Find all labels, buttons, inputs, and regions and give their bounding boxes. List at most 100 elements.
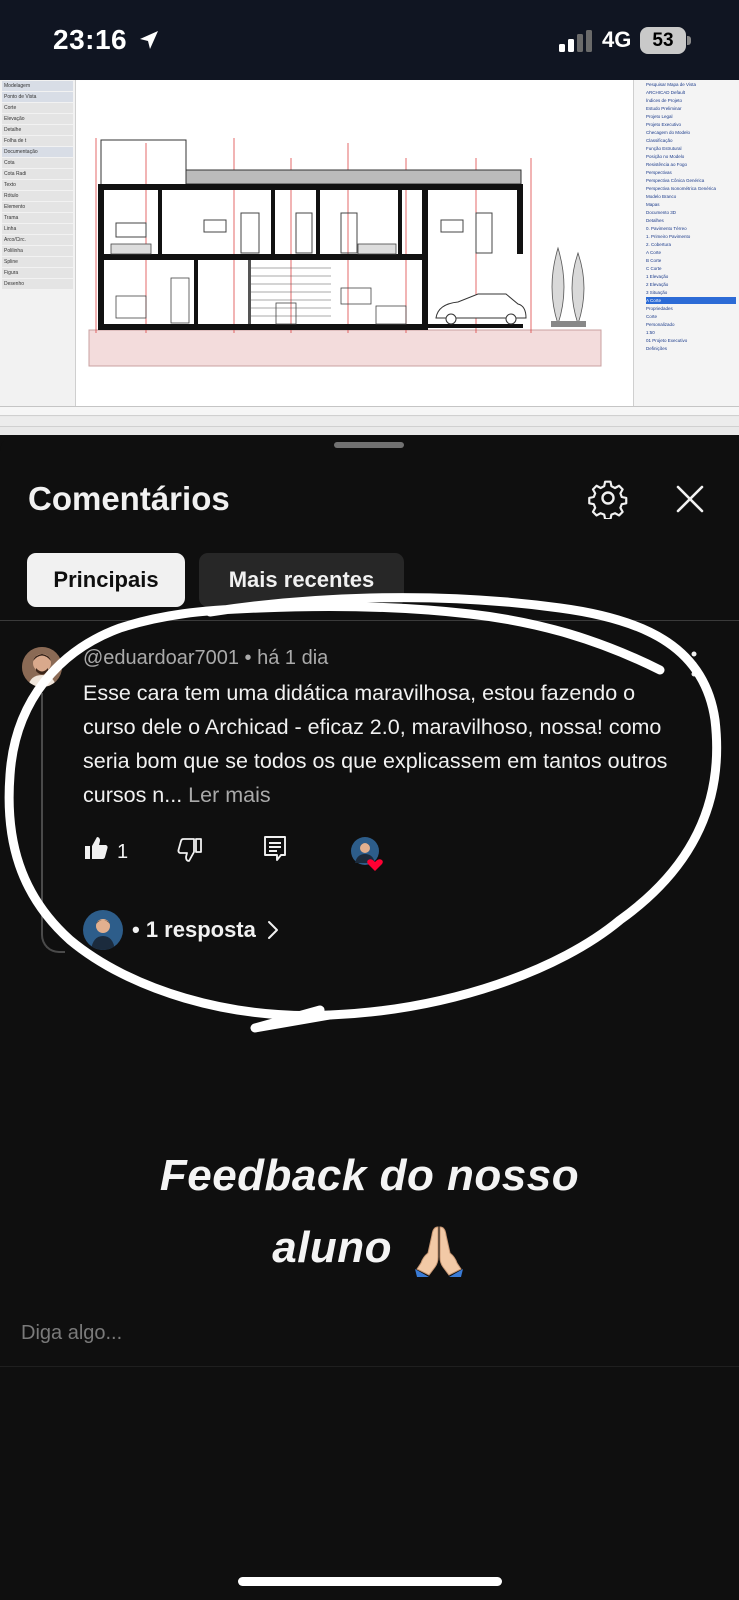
avatar[interactable] — [22, 647, 62, 687]
comment-meta: @eduardoar7001 • há 1 dia — [83, 647, 328, 670]
cad-navigator-item: Documento 3D — [646, 210, 677, 215]
cad-navigator-item: Propriedades — [646, 306, 673, 311]
cad-tool-item: Corte — [2, 103, 73, 113]
tab-principais[interactable]: Principais — [27, 553, 185, 607]
cad-navigator-item: Perspectiva Isonométrica Genérica — [646, 186, 717, 191]
comments-sheet: Comentários Principais Mais recentes @ed… — [0, 435, 739, 1600]
story-caption: Feedback do nosso aluno — [0, 1140, 739, 1284]
cad-tool-item: Detalhe — [2, 125, 73, 135]
cad-navigator-item: Índices de Projeto — [646, 98, 683, 103]
more-vert-icon[interactable] — [690, 651, 698, 677]
cad-tool-item: Texto — [2, 180, 73, 190]
home-indicator[interactable] — [238, 1577, 502, 1586]
chevron-right-icon — [267, 921, 278, 939]
cad-bottom-toolbar — [0, 406, 739, 435]
cad-navigator-item: 1 Elevação — [646, 274, 669, 279]
avatar — [83, 910, 123, 950]
signal-bars-icon — [559, 30, 592, 52]
replies-button[interactable]: • 1 resposta — [83, 910, 280, 950]
cad-navigator-item: C Corte — [646, 266, 662, 271]
cad-tool-item: Ponto de Vista — [2, 92, 73, 102]
cad-tool-item: Elemento — [2, 202, 73, 212]
cad-navigator-item: Perspectiva Cônica Genérica — [646, 178, 705, 183]
cad-navigator-item: Resistência ao Fogo — [646, 162, 688, 167]
section-drawing — [88, 138, 602, 367]
comment-time: há 1 dia — [257, 647, 329, 669]
comment-text: Esse cara tem uma didática maravilhosa, … — [83, 681, 668, 807]
gear-icon[interactable] — [588, 479, 628, 519]
cad-left-toolbox: Modelagem Ponto de Vista Corte Elevação Deta… — [0, 80, 76, 415]
thumb-up-icon[interactable] — [83, 835, 109, 861]
creator-avatar-icon — [83, 910, 123, 950]
cad-navigator-item: Personalizado — [646, 322, 675, 327]
person-avatar-icon — [22, 647, 62, 687]
cad-tool-item: Desenho — [2, 279, 73, 289]
cad-navigator-item: 3 Situação — [646, 290, 668, 295]
network-type: 4G — [602, 27, 632, 52]
comment-actions: 1 — [83, 835, 403, 871]
replies-label: • 1 resposta — [132, 917, 256, 942]
cad-navigator-item: Checagem do Modelo — [646, 130, 691, 135]
cad-status-strip — [0, 417, 739, 427]
drag-handle[interactable] — [334, 442, 404, 448]
cad-tool-item: Linha — [2, 224, 73, 234]
meta-separator: • — [244, 647, 252, 669]
cad-tool-item: Spline — [2, 257, 73, 267]
cad-tool-item: Cota Radi — [2, 169, 73, 179]
cad-navigator-item: Projeto Executivo — [646, 122, 682, 127]
cad-navigator-item: Modelo Branco — [646, 194, 677, 199]
cad-screenshot: Modelagem Ponto de Vista Corte Elevação Deta… — [0, 80, 739, 435]
cad-scrollbar — [0, 407, 739, 416]
cad-navigator-item: Posição no Modelo — [646, 154, 685, 159]
thread-line — [41, 693, 65, 953]
cad-navigator-item: Projeto Legal — [646, 114, 673, 119]
cad-navigator-item: ARCHICAD Default — [646, 90, 686, 95]
cad-tool-item: Modelagem — [2, 81, 73, 91]
status-bar: 23:16 4G 53 — [0, 0, 739, 80]
cad-navigator-item: Corte — [646, 314, 658, 319]
thumb-down-icon[interactable] — [177, 837, 203, 863]
cad-navigator-item: 2 Elevação — [646, 282, 669, 287]
comment-input[interactable] — [21, 1315, 711, 1351]
cad-navigator-item: 1:50 — [646, 330, 655, 335]
sheet-title: Comentários — [28, 480, 230, 517]
cad-navigator-item: A Corte — [646, 250, 662, 255]
cad-navigator-item: Perspectivas — [646, 170, 672, 175]
praying-hands-icon — [414, 1226, 463, 1278]
caption-line-2-text: aluno — [272, 1223, 393, 1272]
cad-navigator-item: Definições — [646, 346, 668, 351]
cad-navigator-item: 2. Cobertura — [646, 242, 672, 247]
cad-navigator-item: 01 Projeto Executivo — [646, 338, 688, 343]
battery-level: 53 — [640, 27, 686, 54]
cad-tool-item: Polilinha — [2, 246, 73, 256]
cad-tool-item: Cota — [2, 158, 73, 168]
cad-navigator-item: 1. Primeiro Pavimento — [646, 234, 691, 239]
comment-input-row — [0, 1303, 739, 1367]
cad-navigator-item: B Corte — [646, 258, 662, 263]
like-count: 1 — [117, 841, 129, 863]
status-time: 23:16 — [53, 24, 128, 55]
cad-navigator-item: Pesquisar Mapa de Vista — [646, 82, 696, 87]
divider — [0, 620, 739, 621]
cad-tool-item: Documentação — [2, 147, 73, 157]
cad-tool-item: Folha de t — [2, 136, 73, 146]
caption-line-1: Feedback do nosso — [159, 1151, 580, 1200]
tab-mais-recentes[interactable]: Mais recentes — [199, 553, 404, 607]
close-icon[interactable] — [674, 483, 706, 515]
comment-body: Esse cara tem uma didática maravilhosa, … — [83, 676, 693, 812]
battery-icon: 53 — [640, 27, 692, 54]
read-more-link[interactable]: Ler mais — [188, 783, 270, 807]
comment-author[interactable]: @eduardoar7001 — [83, 647, 239, 669]
cad-navigator-item: 0. Pavimento Térreo — [646, 226, 687, 231]
cad-navigator-item: Estudo Preliminar — [646, 106, 682, 111]
reply-icon[interactable] — [263, 835, 287, 863]
cad-tool-item: Elevação — [2, 114, 73, 124]
cad-navigator-item: Detalhes — [646, 218, 664, 223]
cad-navigator-item: A Corte — [646, 297, 736, 304]
caption-line-2: aluno — [0, 1212, 739, 1284]
cad-tool-item: Rótulo — [2, 191, 73, 201]
cad-tool-item: Figura — [2, 268, 73, 278]
cad-navigator-item: Classificação — [646, 138, 673, 143]
creator-heart-icon — [351, 837, 383, 871]
battery-tip — [687, 36, 691, 45]
